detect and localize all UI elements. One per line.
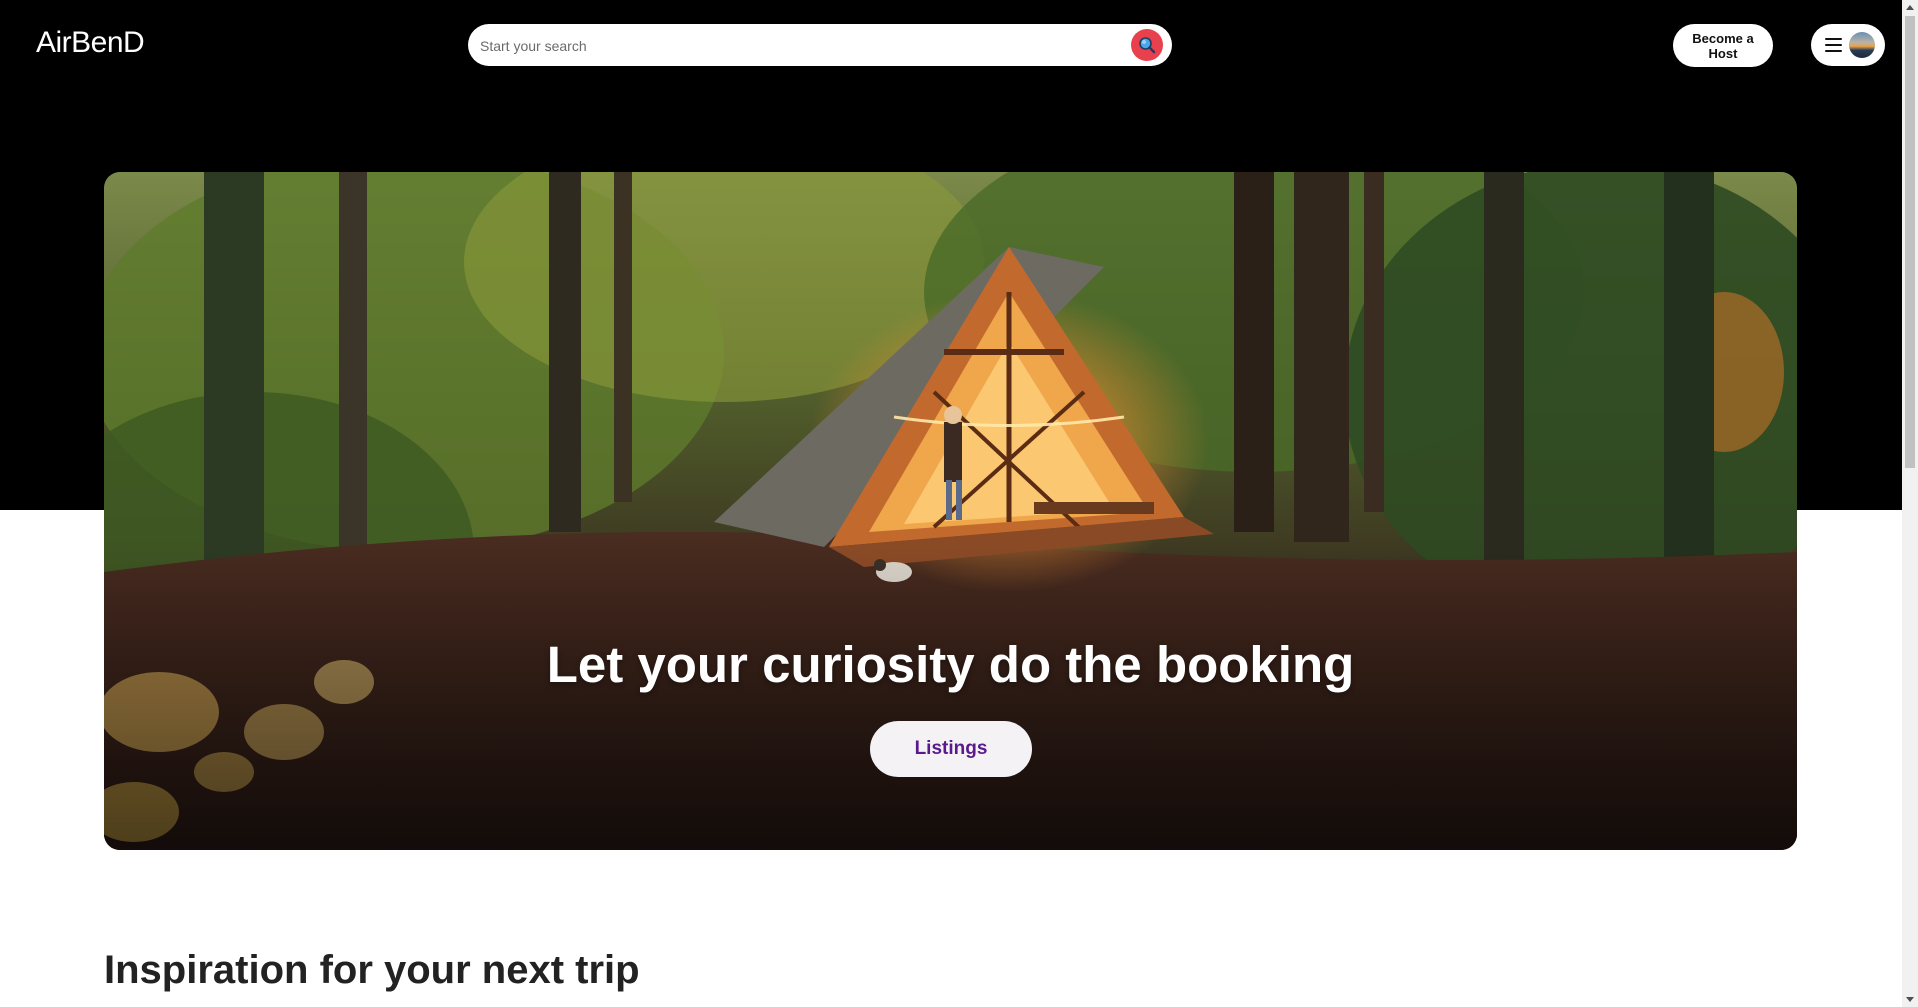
hamburger-icon bbox=[1825, 38, 1842, 52]
navbar: AirBenD Become a Host bbox=[0, 0, 1902, 90]
page: AirBenD Become a Host bbox=[0, 0, 1918, 1007]
section-title: Inspiration for your next trip bbox=[104, 948, 640, 992]
search-button[interactable] bbox=[1131, 29, 1163, 61]
user-menu-button[interactable] bbox=[1811, 24, 1885, 66]
hero-title: Let your curiosity do the booking bbox=[546, 636, 1355, 693]
become-host-label: Become a Host bbox=[1692, 30, 1754, 61]
search-bar bbox=[468, 24, 1172, 66]
page-content: AirBenD Become a Host bbox=[0, 0, 1902, 1007]
logo[interactable]: AirBenD bbox=[36, 26, 145, 60]
scroll-down-arrow-icon[interactable] bbox=[1906, 997, 1914, 1002]
avatar bbox=[1849, 32, 1875, 58]
scrollbar-thumb[interactable] bbox=[1905, 16, 1915, 468]
search-input[interactable] bbox=[478, 30, 1102, 62]
hero-banner: Let your curiosity do the booking Listin… bbox=[104, 172, 1797, 850]
listings-button[interactable]: Listings bbox=[870, 721, 1032, 777]
become-host-button[interactable]: Become a Host bbox=[1673, 24, 1773, 67]
vertical-scrollbar[interactable] bbox=[1902, 0, 1918, 1007]
scroll-up-arrow-icon[interactable] bbox=[1906, 5, 1914, 10]
search-icon bbox=[1139, 37, 1156, 54]
